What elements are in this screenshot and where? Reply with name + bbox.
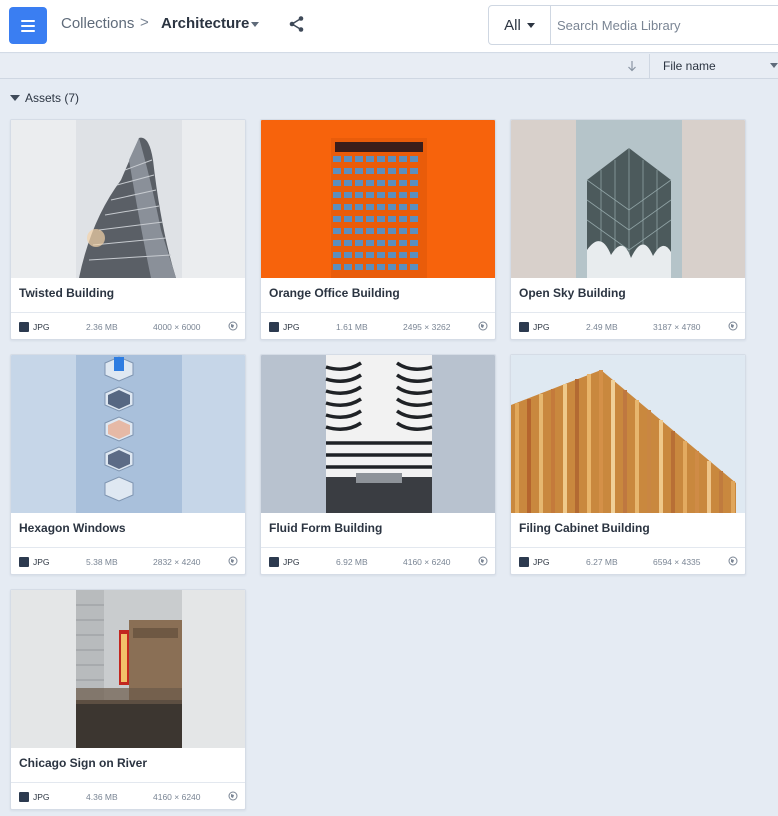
globe-icon[interactable] xyxy=(728,556,738,566)
file-type: JPG xyxy=(283,557,300,567)
asset-title: Fluid Form Building xyxy=(269,521,383,535)
sort-field-label: File name xyxy=(663,59,716,73)
file-dimensions: 2832 × 4240 xyxy=(153,557,201,567)
search-bar: All xyxy=(488,5,778,45)
hamburger-menu-button[interactable] xyxy=(9,7,47,44)
asset-thumbnail[interactable] xyxy=(11,590,245,748)
asset-thumbnail[interactable] xyxy=(261,355,495,513)
asset-title: Chicago Sign on River xyxy=(19,756,148,770)
breadcrumb-current[interactable]: Architecture xyxy=(161,15,249,32)
image-icon xyxy=(519,557,529,567)
breadcrumb-separator: > xyxy=(140,14,149,31)
asset-meta: JPG 2.36 MB 4000 × 6000 xyxy=(11,313,245,339)
asset-thumbnail[interactable] xyxy=(511,355,745,513)
caret-down-icon xyxy=(10,95,20,101)
breadcrumb-collections[interactable]: Collections xyxy=(61,15,134,32)
hamburger-icon xyxy=(21,19,35,22)
file-size: 2.49 MB xyxy=(586,322,618,332)
share-icon[interactable] xyxy=(288,15,306,33)
file-type: JPG xyxy=(33,322,50,332)
top-bar: Collections > Architecture All xyxy=(0,0,778,53)
file-size: 5.38 MB xyxy=(86,557,118,567)
image-icon xyxy=(269,557,279,567)
globe-icon[interactable] xyxy=(478,556,488,566)
asset-card[interactable]: Open Sky Building JPG 2.49 MB 3187 × 478… xyxy=(510,119,746,340)
asset-card[interactable]: Orange Office Building JPG 1.61 MB 2495 … xyxy=(260,119,496,340)
asset-meta: JPG 2.49 MB 3187 × 4780 xyxy=(511,313,745,339)
file-dimensions: 6594 × 4335 xyxy=(653,557,701,567)
file-type: JPG xyxy=(283,322,300,332)
asset-card[interactable]: Fluid Form Building JPG 6.92 MB 4160 × 6… xyxy=(260,354,496,575)
chevron-down-icon[interactable] xyxy=(251,22,259,27)
image-icon xyxy=(19,557,29,567)
file-dimensions: 4160 × 6240 xyxy=(153,792,201,802)
file-type: JPG xyxy=(33,557,50,567)
file-dimensions: 3187 × 4780 xyxy=(653,322,701,332)
assets-section-toggle[interactable]: Assets (7) xyxy=(10,91,79,105)
file-size: 6.92 MB xyxy=(336,557,368,567)
image-icon xyxy=(519,322,529,332)
search-filter-value: All xyxy=(504,16,521,34)
sort-bar: File name xyxy=(0,54,778,79)
file-size: 6.27 MB xyxy=(586,557,618,567)
image-icon xyxy=(269,322,279,332)
file-type: JPG xyxy=(33,792,50,802)
file-size: 2.36 MB xyxy=(86,322,118,332)
file-type: JPG xyxy=(533,322,550,332)
asset-meta: JPG 4.36 MB 4160 × 6240 xyxy=(11,783,245,809)
asset-thumbnail[interactable] xyxy=(11,120,245,278)
chevron-down-icon xyxy=(770,63,778,68)
asset-title: Twisted Building xyxy=(19,286,115,300)
chevron-down-icon xyxy=(526,22,535,28)
sort-field-dropdown[interactable]: File name xyxy=(649,54,778,79)
asset-card[interactable]: Twisted Building JPG 2.36 MB 4000 × 6000 xyxy=(10,119,246,340)
asset-card[interactable]: Filing Cabinet Building JPG 6.27 MB 6594… xyxy=(510,354,746,575)
globe-icon[interactable] xyxy=(228,791,238,801)
file-dimensions: 4000 × 6000 xyxy=(153,322,201,332)
file-dimensions: 4160 × 6240 xyxy=(403,557,451,567)
asset-title: Hexagon Windows xyxy=(19,521,126,535)
asset-title: Filing Cabinet Building xyxy=(519,521,650,535)
asset-title: Orange Office Building xyxy=(269,286,400,300)
asset-card[interactable]: Hexagon Windows JPG 5.38 MB 2832 × 4240 xyxy=(10,354,246,575)
asset-thumbnail[interactable] xyxy=(261,120,495,278)
search-input[interactable] xyxy=(551,6,778,44)
search-filter-dropdown[interactable]: All xyxy=(489,6,551,44)
asset-thumbnail[interactable] xyxy=(511,120,745,278)
globe-icon[interactable] xyxy=(228,556,238,566)
file-size: 1.61 MB xyxy=(336,322,368,332)
asset-card[interactable]: Chicago Sign on River JPG 4.36 MB 4160 ×… xyxy=(10,589,246,810)
asset-title: Open Sky Building xyxy=(519,286,626,300)
file-size: 4.36 MB xyxy=(86,792,118,802)
assets-section-label: Assets (7) xyxy=(25,91,80,105)
asset-meta: JPG 5.38 MB 2832 × 4240 xyxy=(11,548,245,574)
asset-meta: JPG 1.61 MB 2495 × 3262 xyxy=(261,313,495,339)
globe-icon[interactable] xyxy=(228,321,238,331)
globe-icon[interactable] xyxy=(478,321,488,331)
asset-thumbnail[interactable] xyxy=(11,355,245,513)
arrow-down-icon[interactable] xyxy=(625,59,639,73)
globe-icon[interactable] xyxy=(728,321,738,331)
asset-meta: JPG 6.27 MB 6594 × 4335 xyxy=(511,548,745,574)
file-dimensions: 2495 × 3262 xyxy=(403,322,451,332)
file-type: JPG xyxy=(533,557,550,567)
image-icon xyxy=(19,792,29,802)
image-icon xyxy=(19,322,29,332)
asset-meta: JPG 6.92 MB 4160 × 6240 xyxy=(261,548,495,574)
